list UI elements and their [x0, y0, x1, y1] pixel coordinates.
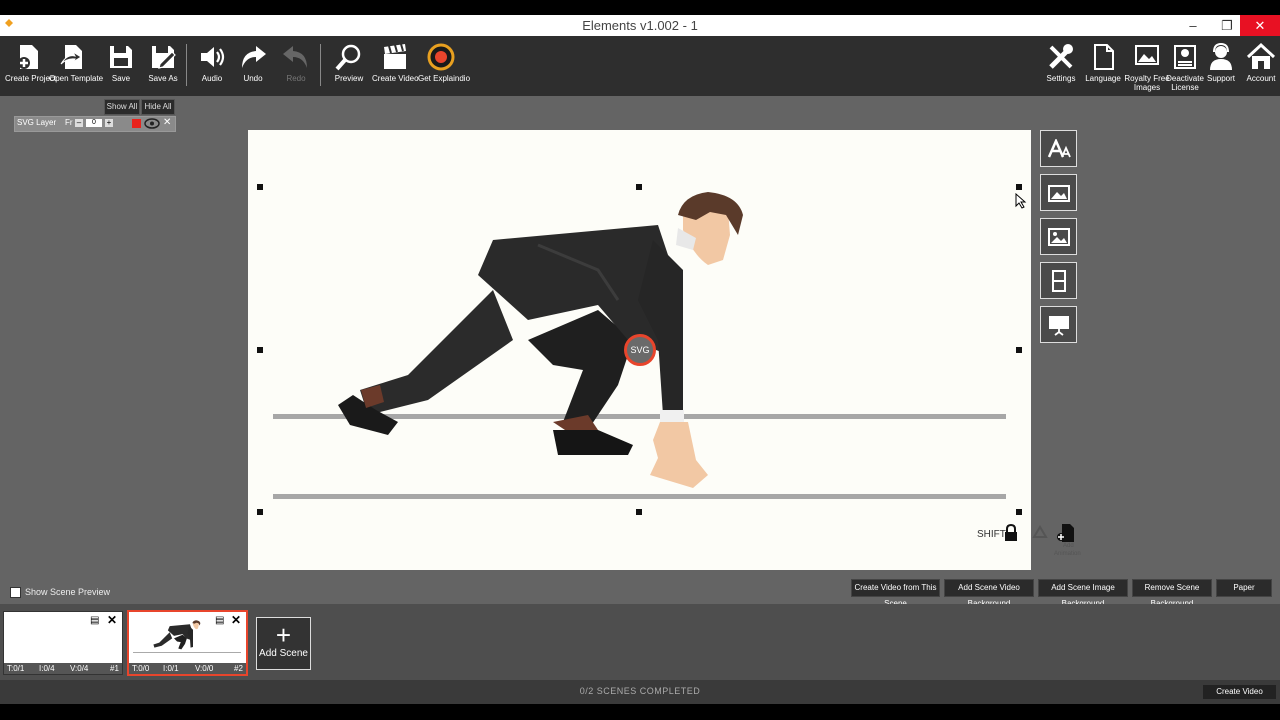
frame-label: Fr — [65, 118, 73, 127]
create-project-button[interactable]: Create Project — [5, 40, 56, 94]
scene-canvas[interactable]: SVG SHIFT Add Animation — [248, 130, 1081, 570]
magnifier-icon — [335, 44, 361, 71]
add-scene-image-background-button[interactable]: Add Scene Image Background — [1038, 579, 1128, 608]
scenes-completed-text: 0/2 SCENES COMPLETED — [579, 686, 701, 696]
layer-row[interactable]: SVG Layer Fr – 0 + ✕ — [14, 116, 176, 132]
close-window-button[interactable]: ✕ — [1240, 15, 1280, 36]
show-scene-preview-label: Show Scene Preview — [25, 587, 111, 597]
resize-handle[interactable] — [1016, 184, 1022, 190]
bottom-strip — [0, 704, 1280, 720]
add-scene-button[interactable]: + Add Scene — [256, 617, 311, 670]
scene-thumbnail[interactable]: ▤ ✕ T:0/1 I:0/4 V:0/4 #1 — [3, 611, 123, 675]
toolbar-separator — [320, 44, 321, 86]
scene-thumbnail-selected[interactable]: ▤ ✕ T:0/0 I:0/1 V:0/0 #2 — [127, 610, 248, 676]
restore-button[interactable]: ❐ — [1210, 15, 1244, 36]
frame-increment-button[interactable]: + — [105, 119, 113, 127]
add-photo-button[interactable] — [1040, 218, 1077, 255]
plus-icon: + — [275, 620, 292, 650]
scene-stats: T:0/1 I:0/4 V:0/4 #1 — [4, 663, 122, 674]
add-scene-video-background-button[interactable]: Add Scene Video Background — [944, 579, 1034, 608]
remove-layer-icon[interactable]: ✕ — [163, 117, 171, 128]
save-as-button[interactable]: Save As — [140, 40, 186, 94]
settings-button[interactable]: Settings — [1038, 40, 1084, 94]
scene-stats: T:0/0 I:0/1 V:0/0 #2 — [129, 663, 246, 674]
hide-all-button[interactable]: Hide All — [141, 99, 175, 115]
undo-icon — [242, 46, 266, 68]
add-presentation-button[interactable] — [1040, 306, 1077, 343]
home-icon — [1246, 42, 1276, 69]
speaker-icon — [201, 47, 225, 67]
remove-scene-background-button[interactable]: Remove Scene Background — [1132, 579, 1212, 608]
thumbnail-ground-line — [133, 652, 241, 653]
text-icon — [1047, 138, 1071, 158]
shift-label: SHIFT — [977, 529, 1006, 540]
delete-scene-icon[interactable]: ✕ — [107, 613, 117, 627]
top-strip — [0, 0, 1280, 15]
support-agent-icon — [1210, 42, 1232, 70]
language-button[interactable]: Language — [1080, 40, 1126, 94]
license-badge-icon — [1174, 45, 1196, 69]
account-button[interactable]: Account — [1238, 40, 1280, 94]
resize-handle[interactable] — [1016, 509, 1022, 515]
presentation-icon — [1048, 315, 1069, 336]
eye-icon[interactable] — [144, 118, 160, 129]
save-icon — [110, 46, 132, 68]
open-template-icon — [60, 45, 82, 69]
show-all-button[interactable]: Show All — [104, 99, 140, 115]
photo-icon — [1047, 227, 1070, 246]
paper-button[interactable]: Paper — [1216, 579, 1272, 597]
add-animation-label: Animation — [1054, 551, 1081, 557]
duplicate-scene-icon[interactable]: ▤ — [215, 615, 224, 626]
duplicate-scene-icon[interactable]: ▤ — [90, 615, 99, 626]
show-scene-preview-checkbox[interactable] — [10, 587, 21, 598]
document-icon — [1094, 44, 1114, 70]
add-video-button[interactable] — [1040, 262, 1077, 299]
get-explaindio-button[interactable]: Get Explaindio — [418, 40, 470, 94]
resize-handle[interactable] — [257, 509, 263, 515]
frame-decrement-button[interactable]: – — [75, 119, 83, 127]
frame-input[interactable]: 0 — [86, 119, 102, 127]
layer-color-swatch[interactable] — [132, 119, 141, 128]
create-project-icon — [18, 45, 38, 69]
redo-button[interactable]: Redo — [273, 40, 319, 94]
businessman-svg-image[interactable] — [298, 190, 758, 500]
clapperboard-icon — [384, 43, 406, 69]
title-bar: Elements v1.002 - 1 – ❐ ✕ — [0, 15, 1280, 36]
tools-icon — [1049, 44, 1073, 69]
create-video-from-scene-button[interactable]: Create Video from This Scene — [851, 579, 940, 608]
save-button[interactable]: Save — [98, 40, 144, 94]
add-text-button[interactable] — [1040, 130, 1077, 167]
image-icon — [1047, 184, 1070, 202]
minimize-button[interactable]: – — [1176, 15, 1210, 36]
resize-handle[interactable] — [636, 509, 642, 515]
delete-scene-icon[interactable]: ✕ — [231, 613, 241, 627]
audio-button[interactable]: Audio — [189, 40, 235, 94]
preview-button[interactable]: Preview — [326, 40, 372, 94]
image-gallery-icon — [1135, 45, 1159, 65]
add-image-button[interactable] — [1040, 174, 1077, 211]
layer-name: SVG Layer — [17, 118, 57, 127]
window-title: Elements v1.002 - 1 — [582, 18, 698, 33]
mouse-cursor-icon — [1015, 193, 1027, 209]
svg-badge[interactable]: SVG — [624, 334, 656, 366]
status-bar: 0/2 SCENES COMPLETED Create Video — [0, 680, 1280, 704]
add-animation-label: Add — [1063, 543, 1074, 549]
save-as-icon — [152, 46, 176, 69]
resize-handle[interactable] — [257, 347, 263, 353]
resize-handle[interactable] — [257, 184, 263, 190]
explaindio-logo-icon — [427, 43, 455, 71]
toolbar-separator — [186, 44, 187, 86]
undo-button[interactable]: Undo — [230, 40, 276, 94]
create-video-toolbar-button[interactable]: Create Video — [372, 40, 419, 94]
resize-handle[interactable] — [1016, 347, 1022, 353]
create-video-button[interactable]: Create Video — [1203, 685, 1276, 699]
recycle-icon[interactable] — [1030, 525, 1050, 543]
lock-icon[interactable] — [1004, 524, 1018, 542]
resize-handle[interactable] — [636, 184, 642, 190]
add-animation-icon[interactable] — [1056, 523, 1076, 543]
redo-icon — [283, 46, 307, 68]
film-strip-icon — [1051, 269, 1066, 292]
open-template-button[interactable]: Open Template — [49, 40, 103, 94]
main-toolbar: Create Project Open Template Save Save A… — [0, 36, 1280, 97]
